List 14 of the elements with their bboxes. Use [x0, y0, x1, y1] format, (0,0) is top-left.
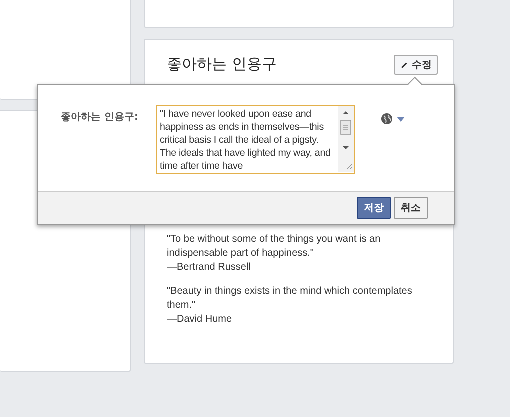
pencil-icon: [400, 60, 409, 70]
caret-icon[interactable]: [397, 116, 405, 122]
quote-text: "To be without some of the things you want is an indispensable part of happiness.": [167, 233, 382, 261]
globe-icon[interactable]: [381, 113, 393, 125]
quote-textarea[interactable]: "I have never looked upon ease and happiness as ends in themselves—this critical basis I call the ideal of a pigsty. The ideals that have lighted my way, and time after time have: [156, 105, 355, 174]
quote-author: —Bertrand Russell: [167, 261, 252, 275]
field-label: 좋아하는 인용구:: [61, 111, 140, 124]
save-button[interactable]: 저장: [357, 197, 391, 219]
quote-text: "Beauty in things exists in the mind which contemplates them.": [167, 285, 414, 313]
cancel-button[interactable]: 취소: [394, 197, 428, 219]
scrollbar[interactable]: [338, 106, 354, 173]
card-title: 좋아하는 인용구: [167, 55, 277, 74]
edit-button[interactable]: 수정: [394, 55, 438, 75]
quote-author: —David Hume: [167, 313, 234, 327]
